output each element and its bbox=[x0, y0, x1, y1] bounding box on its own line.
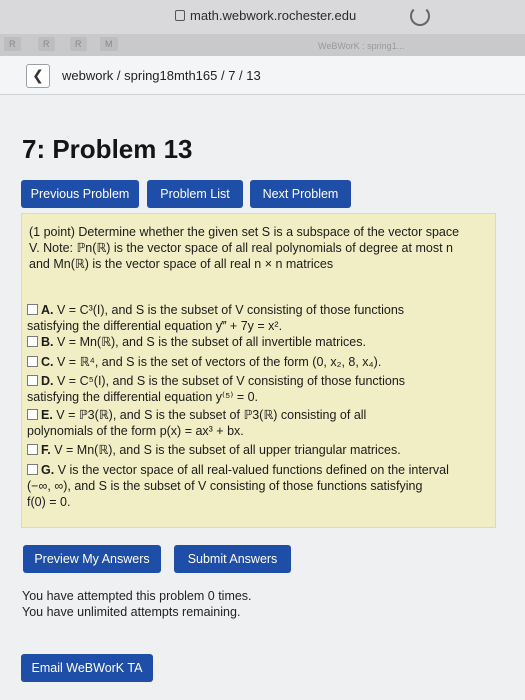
option-text: f(0) = 0. bbox=[27, 495, 71, 509]
option-g: G. V is the vector space of all real-val… bbox=[27, 462, 489, 510]
option-text: (−∞, ∞), and S is the subset of V consis… bbox=[27, 479, 423, 493]
tab-2[interactable]: R bbox=[38, 37, 55, 51]
url-text: math.webwork.rochester.edu bbox=[190, 8, 357, 23]
attempts-status: You have attempted this problem 0 times.… bbox=[22, 588, 252, 620]
checkbox-d[interactable] bbox=[27, 375, 38, 386]
intro-line: and Mn(ℝ) is the vector space of all rea… bbox=[29, 257, 334, 271]
option-d: D. V = C⁵(I), and S is the subset of V c… bbox=[27, 373, 489, 405]
option-text: satisfying the differential equation y⁽⁵… bbox=[27, 390, 259, 404]
problem-list-button[interactable]: Problem List bbox=[147, 180, 243, 208]
problem-box: (1 point) Determine whether the given se… bbox=[21, 213, 496, 528]
checkbox-e[interactable] bbox=[27, 409, 38, 420]
tab-4[interactable]: M bbox=[100, 37, 118, 51]
checkbox-g[interactable] bbox=[27, 464, 38, 475]
email-ta-button[interactable]: Email WeBWorK TA bbox=[21, 654, 153, 682]
submit-answers-button[interactable]: Submit Answers bbox=[174, 545, 291, 573]
option-text: V = ℝ⁴, and S is the set of vectors of t… bbox=[56, 355, 382, 369]
option-letter: C. bbox=[41, 355, 54, 369]
lock-icon bbox=[175, 10, 185, 21]
option-text: V = Mn(ℝ), and S is the subset of all up… bbox=[54, 443, 401, 457]
option-letter: A. bbox=[41, 303, 54, 317]
intro-line: V. Note: ℙn(ℝ) is the vector space of al… bbox=[29, 241, 453, 255]
intro-line: (1 point) Determine whether the given se… bbox=[29, 225, 460, 239]
previous-problem-button[interactable]: Previous Problem bbox=[21, 180, 139, 208]
checkbox-c[interactable] bbox=[27, 356, 38, 367]
option-text: V is the vector space of all real-valued… bbox=[57, 463, 449, 477]
option-letter: F. bbox=[41, 443, 51, 457]
attempts-line: You have unlimited attempts remaining. bbox=[22, 605, 241, 619]
reload-icon[interactable] bbox=[410, 6, 430, 26]
active-tab-title[interactable]: WeBWorK : spring1... bbox=[318, 41, 404, 51]
problem-statement: (1 point) Determine whether the given se… bbox=[29, 224, 491, 272]
option-letter: G. bbox=[41, 463, 55, 477]
tab-strip: R R R M WeBWorK : spring1... bbox=[0, 34, 525, 57]
breadcrumb[interactable]: webwork / spring18mth165 / 7 / 13 bbox=[62, 68, 261, 83]
option-letter: B. bbox=[41, 335, 54, 349]
option-c: C. V = ℝ⁴, and S is the set of vectors o… bbox=[27, 354, 489, 370]
attempts-line: You have attempted this problem 0 times. bbox=[22, 589, 252, 603]
url-display[interactable]: math.webwork.rochester.edu bbox=[175, 8, 356, 23]
option-letter: E. bbox=[41, 408, 53, 422]
option-b: B. V = Mn(ℝ), and S is the subset of all… bbox=[27, 334, 489, 350]
checkbox-f[interactable] bbox=[27, 444, 38, 455]
back-button[interactable]: ❮ bbox=[26, 64, 50, 88]
tab-3[interactable]: R bbox=[70, 37, 87, 51]
next-problem-button[interactable]: Next Problem bbox=[250, 180, 351, 208]
browser-address-bar: math.webwork.rochester.edu bbox=[0, 0, 525, 35]
option-text: V = C⁵(I), and S is the subset of V cons… bbox=[56, 374, 406, 388]
option-letter: D. bbox=[41, 374, 54, 388]
checkbox-b[interactable] bbox=[27, 336, 38, 347]
tab-1[interactable]: R bbox=[4, 37, 21, 51]
option-a: A. V = C³(I), and S is the subset of V c… bbox=[27, 302, 489, 334]
checkbox-a[interactable] bbox=[27, 304, 38, 315]
option-text: V = ℙ3(ℝ), and S is the subset of ℙ3(ℝ) … bbox=[56, 408, 367, 422]
option-text: satisfying the differential equation y‴ … bbox=[27, 319, 283, 333]
option-text: V = C³(I), and S is the subset of V cons… bbox=[56, 303, 405, 317]
chevron-left-icon: ❮ bbox=[32, 67, 44, 83]
page-title: 7: Problem 13 bbox=[22, 134, 193, 164]
preview-answers-button[interactable]: Preview My Answers bbox=[23, 545, 161, 573]
option-f: F. V = Mn(ℝ), and S is the subset of all… bbox=[27, 442, 489, 458]
option-e: E. V = ℙ3(ℝ), and S is the subset of ℙ3(… bbox=[27, 407, 489, 439]
option-text: polynomials of the form p(x) = ax³ + bx. bbox=[27, 424, 244, 438]
option-text: V = Mn(ℝ), and S is the subset of all in… bbox=[56, 335, 366, 349]
